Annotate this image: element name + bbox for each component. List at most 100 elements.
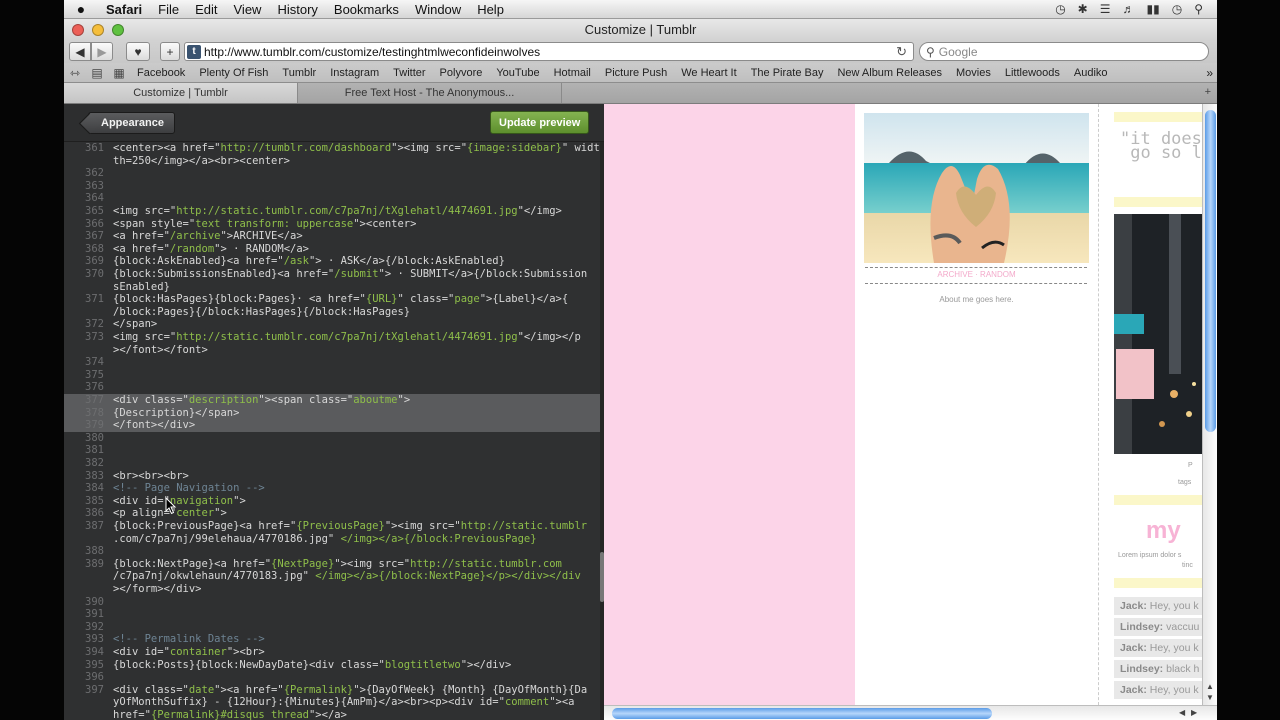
- archive-random-links[interactable]: ARCHIVE · RANDOM: [855, 270, 1098, 279]
- code-line[interactable]: 375: [64, 369, 600, 382]
- scroll-down-arrow-icon[interactable]: ▼: [1206, 693, 1214, 702]
- back-button[interactable]: ◀: [69, 42, 91, 61]
- code-area[interactable]: 361 <center><a href="http://tumblr.com/da…: [64, 142, 600, 720]
- more-bookmarks-chevron-icon[interactable]: »: [1206, 66, 1217, 80]
- code-line[interactable]: 395 {block:Posts}{block:NewDayDate}<div c…: [64, 659, 600, 672]
- code-line[interactable]: 394 <div id="container"><br>: [64, 646, 600, 659]
- bookmark-picture-push[interactable]: Picture Push: [598, 67, 674, 79]
- code-line[interactable]: 393 <!-- Permalink Dates -->: [64, 633, 600, 646]
- add-bookmark-plus-icon[interactable]: +: [160, 42, 180, 61]
- code-line[interactable]: yOfMonthSuffix} - {12Hour}:{Minutes}{AmP…: [64, 696, 600, 709]
- bookmark-instagram[interactable]: Instagram: [323, 67, 386, 79]
- code-line[interactable]: 369 {block:AskEnabled}<a href="/ask"> · A…: [64, 255, 600, 268]
- code-line[interactable]: /c7pa7nj/okwlehaun/4770183.jpg" </img></…: [64, 570, 600, 583]
- menu-app-name[interactable]: Safari: [98, 2, 150, 17]
- bookmark-youtube[interactable]: YouTube: [489, 67, 546, 79]
- preview-vertical-scrollbar[interactable]: ▲ ▼: [1202, 104, 1217, 707]
- code-line[interactable]: 376: [64, 381, 600, 394]
- code-line[interactable]: 377 <div class="description"><span class=…: [64, 394, 600, 407]
- code-line[interactable]: /block:Pages}{/block:HasPages}{/block:Ha…: [64, 306, 600, 319]
- tab-customize-tumblr[interactable]: Customize | Tumblr: [64, 83, 298, 103]
- bookmark-polyvore[interactable]: Polyvore: [433, 67, 490, 79]
- menu-window[interactable]: Window: [407, 2, 469, 17]
- bookmark-the-pirate-bay[interactable]: The Pirate Bay: [744, 67, 831, 79]
- code-line[interactable]: .com/c7pa7nj/99elehaua/4770186.jpg" </im…: [64, 533, 600, 546]
- battery-icon[interactable]: ▮▮: [1147, 2, 1160, 16]
- code-line[interactable]: 396: [64, 671, 600, 684]
- clock-icon[interactable]: ◷: [1172, 2, 1182, 16]
- bookmark-audiko[interactable]: Audiko: [1067, 67, 1115, 79]
- code-line[interactable]: 383 <br><br><br>: [64, 470, 600, 483]
- top-sites-grid-icon[interactable]: ▦: [108, 66, 130, 80]
- menu-help[interactable]: Help: [469, 2, 512, 17]
- code-line[interactable]: 380: [64, 432, 600, 445]
- show-bookmarks-book-icon[interactable]: ▤: [86, 66, 108, 80]
- bookmark-facebook[interactable]: Facebook: [130, 67, 192, 79]
- code-line[interactable]: 362: [64, 167, 600, 180]
- bookmark-we-heart-it[interactable]: We Heart It: [674, 67, 743, 79]
- menu-history[interactable]: History: [269, 2, 325, 17]
- top-sites-heart-icon[interactable]: ♥: [126, 42, 150, 61]
- bookmark-plenty-of-fish[interactable]: Plenty Of Fish: [192, 67, 275, 79]
- code-line[interactable]: 367 <a href="/archive">ARCHIVE</a>: [64, 230, 600, 243]
- bookmark-twitter[interactable]: Twitter: [386, 67, 432, 79]
- code-line[interactable]: 363: [64, 180, 600, 193]
- code-line[interactable]: 389 {block:NextPage}<a href="{NextPage}">…: [64, 558, 600, 571]
- wifi-icon[interactable]: ☰: [1100, 2, 1111, 16]
- search-field[interactable]: ⚲ Google: [919, 42, 1209, 61]
- code-line[interactable]: 373 <img src="http://static.tumblr.com/c7…: [64, 331, 600, 344]
- menu-bookmarks[interactable]: Bookmarks: [326, 2, 407, 17]
- scroll-left-arrow-icon[interactable]: ◀: [1179, 708, 1185, 717]
- code-line[interactable]: 370 {block:SubmissionsEnabled}<a href="/s…: [64, 268, 600, 281]
- code-line[interactable]: 388: [64, 545, 600, 558]
- spotlight-search-icon[interactable]: ⚲: [1194, 2, 1203, 16]
- code-line[interactable]: 381: [64, 444, 600, 457]
- code-line[interactable]: 397 <div class="date"><a href="{Permalink…: [64, 684, 600, 697]
- preview-horizontal-scrollbar[interactable]: ◀ ▶: [604, 705, 1217, 720]
- time-machine-icon[interactable]: ◷: [1055, 2, 1065, 16]
- code-line[interactable]: 390: [64, 596, 600, 609]
- tab-free-text-host[interactable]: Free Text Host - The Anonymous...: [298, 83, 562, 103]
- code-line[interactable]: 365 <img src="http://static.tumblr.com/c7…: [64, 205, 600, 218]
- code-line[interactable]: 374: [64, 356, 600, 369]
- code-line[interactable]: 391: [64, 608, 600, 621]
- code-line[interactable]: 386 <p align="center">: [64, 507, 600, 520]
- code-line[interactable]: 371 {block:HasPages}{block:Pages}· <a hre…: [64, 293, 600, 306]
- forward-button[interactable]: ▶: [91, 42, 113, 61]
- bookmark-new-album-releases[interactable]: New Album Releases: [830, 67, 949, 79]
- code-line[interactable]: 385 <div id="navigation">: [64, 495, 600, 508]
- new-tab-plus-icon[interactable]: +: [1205, 86, 1211, 98]
- address-bar[interactable]: t http://www.tumblr.com/customize/testin…: [184, 42, 914, 61]
- scroll-up-arrow-icon[interactable]: ▲: [1206, 682, 1214, 691]
- scroll-right-arrow-icon[interactable]: ▶: [1191, 708, 1197, 717]
- reading-list-glasses-icon[interactable]: ⇿: [64, 66, 86, 80]
- address-text[interactable]: http://www.tumblr.com/customize/testingh…: [204, 45, 540, 59]
- code-line[interactable]: 379 </font></div>: [64, 419, 600, 432]
- update-preview-button[interactable]: Update preview: [490, 111, 590, 134]
- preview-vertical-scroll-thumb[interactable]: [1205, 110, 1216, 432]
- code-line[interactable]: 366 <span style="text transform: uppercas…: [64, 218, 600, 231]
- code-line[interactable]: 392: [64, 621, 600, 634]
- code-line[interactable]: 372 </span>: [64, 318, 600, 331]
- code-line[interactable]: 368 <a href="/random"> · RANDOM</a>: [64, 243, 600, 256]
- code-line[interactable]: ></font></font>: [64, 344, 600, 357]
- preview-horizontal-scroll-thumb[interactable]: [612, 708, 992, 719]
- code-line[interactable]: 364: [64, 192, 600, 205]
- menu-view[interactable]: View: [226, 2, 270, 17]
- bookmark-tumblr[interactable]: Tumblr: [275, 67, 323, 79]
- code-line[interactable]: sEnabled}: [64, 281, 600, 294]
- volume-icon[interactable]: ♬: [1123, 2, 1135, 16]
- appearance-back-button[interactable]: Appearance: [88, 112, 175, 134]
- menu-file[interactable]: File: [150, 2, 187, 17]
- bookmark-littlewoods[interactable]: Littlewoods: [998, 67, 1067, 79]
- code-line[interactable]: 382: [64, 457, 600, 470]
- bluetooth-icon[interactable]: ✱: [1078, 2, 1088, 16]
- apple-menu-icon[interactable]: ●: [64, 1, 98, 17]
- code-line[interactable]: 387 {block:PreviousPage}<a href="{Previou…: [64, 520, 600, 533]
- bookmark-movies[interactable]: Movies: [949, 67, 998, 79]
- reload-icon[interactable]: ↻: [896, 44, 907, 60]
- code-line[interactable]: 384 <!-- Page Navigation -->: [64, 482, 600, 495]
- menu-edit[interactable]: Edit: [187, 2, 225, 17]
- code-line[interactable]: ></form></div>: [64, 583, 600, 596]
- bookmark-hotmail[interactable]: Hotmail: [547, 67, 598, 79]
